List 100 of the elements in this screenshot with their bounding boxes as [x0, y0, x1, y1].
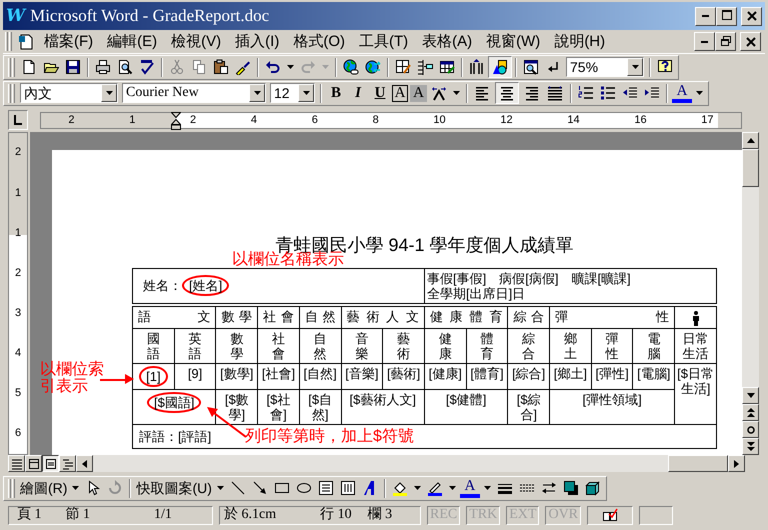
caret-icon[interactable] [696, 91, 703, 95]
numbered-list-icon[interactable] [578, 85, 594, 101]
maximize-button[interactable] [716, 6, 737, 26]
scroll-down-button[interactable] [742, 387, 759, 404]
menu-item[interactable]: 編輯(E) [100, 32, 164, 50]
tab-stop-selector[interactable] [8, 110, 28, 130]
vertical-scrollbar[interactable] [742, 132, 759, 455]
align-left-icon[interactable] [475, 85, 491, 101]
shapes-icon[interactable] [492, 59, 508, 75]
character-scale-icon[interactable] [431, 85, 447, 101]
print-icon[interactable] [95, 59, 111, 75]
vertical-ruler[interactable]: 2 1 1 2 3 4 5 6 [8, 132, 28, 455]
browse-object-button[interactable] [742, 421, 759, 438]
horizontal-ruler[interactable]: 2 1 2 4 6 8 10 12 14 16 17 [40, 112, 742, 128]
columns-icon[interactable] [469, 59, 485, 75]
vertical-text-box-icon[interactable] [340, 480, 356, 496]
menu-item[interactable]: 視窗(W) [479, 32, 548, 50]
group-header: 社會 [258, 306, 300, 328]
indent-marker-icon[interactable] [171, 112, 181, 130]
toolbar-handle[interactable] [8, 58, 15, 76]
caret-icon[interactable] [484, 486, 491, 490]
scroll-right-button[interactable] [728, 455, 745, 472]
document-icon[interactable] [18, 34, 34, 50]
rectangle-icon[interactable] [274, 480, 290, 496]
align-right-icon[interactable] [523, 85, 539, 101]
character-shading-button[interactable]: A [410, 84, 427, 102]
character-border-button[interactable]: A [392, 84, 408, 102]
minimize-button[interactable] [694, 32, 715, 51]
arrow-icon[interactable] [252, 480, 268, 496]
text-box-icon[interactable] [318, 480, 334, 496]
close-button[interactable] [741, 6, 762, 26]
line-icon[interactable] [230, 480, 246, 496]
new-document-icon[interactable] [21, 59, 37, 75]
save-icon[interactable] [65, 59, 81, 75]
caret-icon[interactable] [72, 486, 80, 490]
oval-icon[interactable] [296, 480, 312, 496]
font-color-button[interactable]: A [672, 84, 692, 102]
align-center-button[interactable] [495, 82, 519, 104]
table-pencil-icon[interactable] [395, 59, 411, 75]
align-center-icon[interactable] [499, 85, 515, 101]
document-map-icon[interactable] [523, 59, 539, 75]
caret-icon[interactable] [453, 91, 460, 95]
clipboard-icon[interactable] [213, 59, 229, 75]
arrow-style-icon[interactable] [540, 480, 557, 496]
help-icon[interactable] [657, 59, 673, 75]
book-check-icon[interactable] [602, 507, 618, 523]
font-color-button[interactable]: A [460, 478, 480, 498]
underline-button[interactable]: U [370, 83, 390, 103]
menu-item[interactable]: 工具(T) [352, 32, 416, 50]
restore-button[interactable] [715, 32, 736, 51]
copy-icon[interactable] [191, 59, 207, 75]
shadow-icon[interactable] [562, 480, 579, 496]
draw-menu-button[interactable]: 繪圖(R) [18, 480, 70, 496]
minimize-button[interactable] [695, 6, 716, 26]
insert-rows-icon[interactable] [417, 59, 433, 75]
menu-item[interactable]: 表格(A) [415, 32, 480, 50]
scroll-left-button[interactable] [76, 455, 93, 472]
previous-page-button[interactable] [742, 404, 759, 421]
print-preview-icon[interactable] [117, 59, 133, 75]
italic-button[interactable]: I [348, 83, 368, 103]
style-dropdown[interactable]: 內文 [20, 83, 118, 103]
view-button[interactable] [42, 455, 59, 472]
caret-icon[interactable] [414, 486, 421, 490]
toolbar-handle[interactable] [5, 32, 12, 51]
autoshapes-menu-button[interactable]: 快取圖案(U) [134, 480, 214, 496]
undo-icon[interactable] [265, 59, 281, 75]
toolbar-handle[interactable] [8, 84, 15, 102]
globe-link-icon[interactable] [343, 59, 359, 75]
pen-icon[interactable] [426, 480, 443, 496]
zoom-dropdown[interactable]: 75% [566, 57, 644, 77]
next-page-button[interactable] [742, 438, 759, 455]
bulleted-list-icon[interactable] [600, 85, 616, 101]
drawing-toggle-button[interactable] [488, 56, 512, 78]
font-dropdown[interactable]: Courier New [122, 83, 266, 103]
paint-bucket-icon[interactable] [392, 480, 408, 496]
caret-icon[interactable] [216, 486, 224, 490]
menu-item[interactable]: 檢視(V) [164, 32, 228, 50]
caret-icon[interactable] [448, 486, 456, 490]
bold-button[interactable]: B [326, 83, 346, 103]
close-button[interactable] [740, 32, 761, 51]
group-header: 藝術人文 [341, 306, 424, 328]
menu-item[interactable]: 檔案(F) [37, 32, 100, 50]
scroll-thumb[interactable] [742, 149, 759, 187]
scroll-up-button[interactable] [742, 132, 759, 149]
menu-item[interactable]: 格式(O) [286, 32, 352, 50]
scroll-thumb[interactable] [668, 455, 728, 472]
table-cell: [9] [174, 363, 216, 390]
paintbrush-icon[interactable] [235, 59, 251, 75]
menu-item[interactable]: 插入(I) [228, 32, 286, 50]
align-distributed-icon[interactable] [547, 85, 563, 101]
scissors-icon[interactable] [169, 59, 185, 75]
cube-icon[interactable] [584, 480, 601, 496]
font-size-dropdown[interactable]: 12 [270, 83, 315, 103]
toolbar-handle[interactable] [8, 478, 15, 498]
spelling-check-icon[interactable] [139, 59, 155, 75]
spreadsheet-icon[interactable] [439, 59, 455, 75]
table-cell: [社會] [258, 363, 300, 390]
caret-icon[interactable] [287, 65, 294, 69]
menu-item[interactable]: 說明(H) [547, 32, 612, 50]
globe-arrows-icon[interactable] [365, 59, 381, 75]
